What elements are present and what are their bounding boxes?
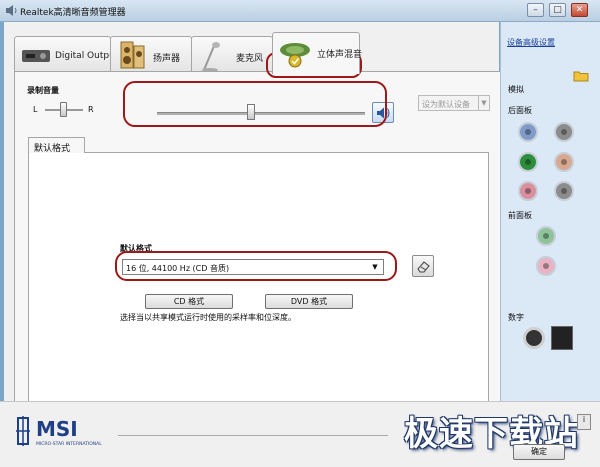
dvd-format-button[interactable]: DVD 格式 — [265, 294, 353, 309]
microphone-icon — [202, 42, 220, 72]
title-bar: Realtek高清晰音频管理器 – □ ✕ — [0, 0, 600, 22]
speaker-icon — [120, 41, 145, 69]
default-format-value: 16 位, 44100 Hz (CD 音质) — [126, 264, 230, 273]
chevron-down-icon: ▼ — [372, 263, 378, 271]
tab-label: 扬声器 — [153, 54, 181, 64]
tab-digital-output[interactable]: Digital Output — [14, 36, 118, 72]
analog-heading: 模拟 — [508, 85, 524, 94]
tab-speakers[interactable]: 扬声器 — [110, 36, 192, 72]
svg-text:MSI: MSI — [36, 417, 78, 441]
stereo-mix-panel: 录制音量 L R 设为默认设备 ▼ 默认格式 默认格式 16 位, 44100 — [14, 52, 502, 415]
recording-volume-title: 录制音量 — [27, 86, 59, 95]
back-panel-heading: 后面板 — [508, 106, 532, 115]
eraser-icon — [417, 261, 430, 273]
main-area: Digital Output 扬声器 麦克风 立体声混音 录制音量 L R 设为… — [4, 22, 502, 415]
speaker-volume-icon — [377, 107, 390, 119]
tab-label: 麦克风 — [236, 54, 264, 64]
tab-label: Digital Output — [55, 51, 119, 61]
digital-heading: 数字 — [508, 313, 524, 322]
coaxial-jack-icon[interactable] — [523, 327, 545, 349]
ok-button[interactable]: 确定 — [513, 444, 565, 460]
default-format-label: 默认格式 — [120, 244, 152, 253]
tab-label: 立体声混音 — [317, 50, 363, 60]
balance-right-label: R — [88, 105, 94, 114]
minimize-button[interactable]: – — [527, 3, 544, 17]
front-jack-green[interactable] — [536, 226, 556, 246]
optical-jack-icon[interactable] — [551, 326, 573, 350]
device-tabs: Digital Output 扬声器 麦克风 立体声混音 — [14, 30, 494, 74]
connector-panel: 设备高级设置 模拟 后面板 前面板 数字 — [500, 22, 600, 402]
tab-stereo-mix[interactable]: 立体声混音 — [272, 32, 363, 74]
stereo-mix-icon — [280, 43, 310, 68]
back-jack-blue[interactable] — [518, 122, 538, 142]
recording-volume-group: 录制音量 L R — [25, 85, 410, 125]
window-title: Realtek高清晰音频管理器 — [20, 8, 126, 18]
info-button[interactable]: i — [577, 414, 591, 430]
volume-slider-track[interactable] — [157, 112, 365, 115]
msi-logo: MSI MICRO-STAR INTERNATIONAL — [16, 416, 102, 447]
back-jack-gray-2[interactable] — [554, 181, 574, 201]
balance-left-label: L — [33, 105, 38, 114]
set-default-device-label: 设为默认设备 — [422, 100, 470, 109]
folder-icon[interactable] — [573, 70, 589, 82]
speaker-app-icon — [6, 5, 17, 16]
back-jack-pink[interactable] — [518, 181, 538, 201]
volume-slider-thumb[interactable] — [246, 104, 255, 120]
back-jack-green[interactable] — [518, 152, 538, 172]
front-jack-pink[interactable] — [536, 256, 556, 276]
default-format-select[interactable]: 16 位, 44100 Hz (CD 音质) ▼ — [122, 259, 384, 275]
format-description: 选择当以共享模式运行时使用的采样率和位深度。 — [120, 313, 296, 322]
svg-text:MICRO-STAR INTERNATIONAL: MICRO-STAR INTERNATIONAL — [36, 441, 102, 447]
back-jack-gray[interactable] — [554, 122, 574, 142]
digital-output-icon — [22, 50, 50, 62]
maximize-button[interactable]: □ — [549, 3, 566, 17]
cd-format-button[interactable]: CD 格式 — [145, 294, 233, 309]
restore-defaults-button[interactable] — [412, 255, 434, 277]
close-button[interactable]: ✕ — [571, 3, 588, 17]
device-advanced-settings-link[interactable]: 设备高级设置 — [507, 37, 555, 48]
default-format-panel: 默认格式 16 位, 44100 Hz (CD 音质) ▼ CD 格式 DVD … — [28, 152, 489, 407]
divider — [118, 435, 388, 436]
chevron-down-icon: ▼ — [478, 96, 489, 110]
front-panel-heading: 前面板 — [508, 211, 532, 220]
back-jack-orange[interactable] — [554, 152, 574, 172]
bottom-bar: MSI MICRO-STAR INTERNATIONAL 极速下载站 i 确定 — [0, 401, 600, 467]
tab-default-format[interactable]: 默认格式 — [28, 137, 85, 154]
tab-microphone[interactable]: 麦克风 — [191, 36, 273, 72]
mute-button[interactable] — [372, 102, 394, 123]
set-default-device-dropdown[interactable]: 设为默认设备 ▼ — [418, 95, 490, 111]
balance-slider-thumb[interactable] — [60, 102, 67, 117]
